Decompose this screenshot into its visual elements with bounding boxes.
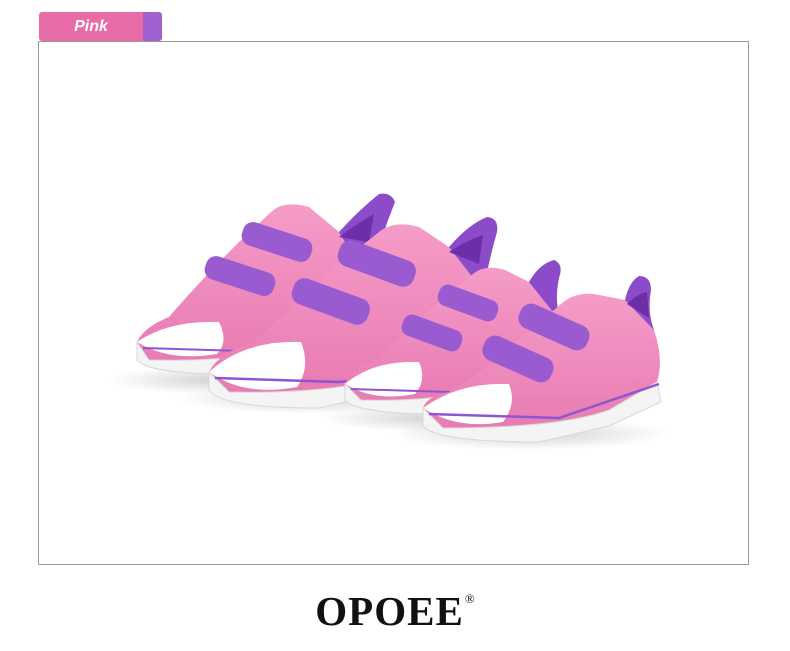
color-option-label: Pink xyxy=(39,12,143,41)
product-photo-frame xyxy=(38,41,749,565)
brand-name: OPOEE xyxy=(315,588,464,634)
registered-mark: ® xyxy=(464,591,475,606)
color-option-tag[interactable]: Pink xyxy=(39,12,162,41)
brand-logo: OPOEE® xyxy=(0,587,790,635)
shoes-image xyxy=(109,193,669,450)
color-swatch xyxy=(143,12,162,41)
